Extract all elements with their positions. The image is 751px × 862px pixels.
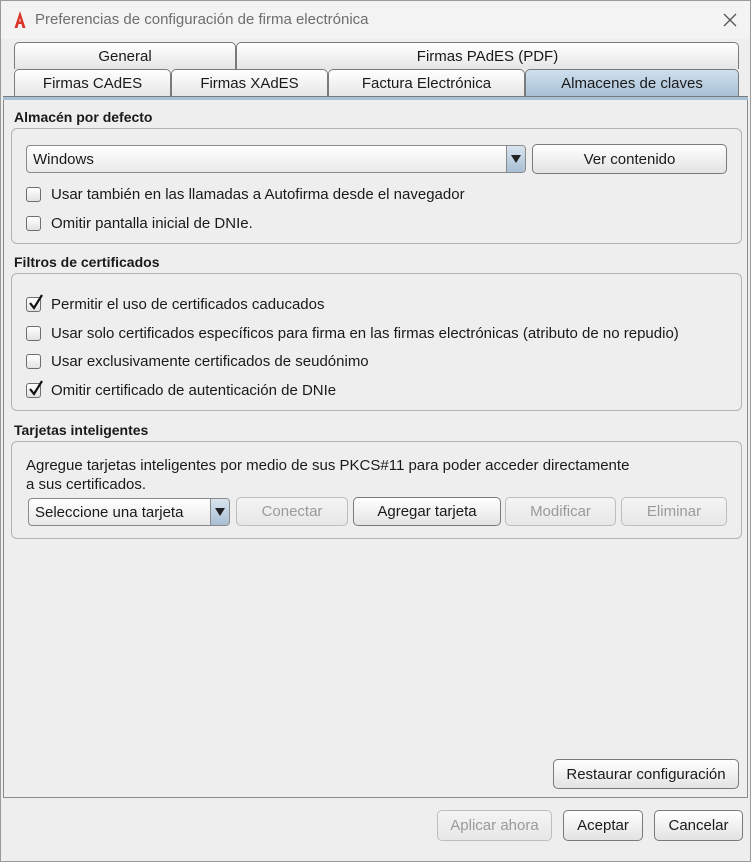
default-store-value: Windows <box>33 151 94 168</box>
skip-dnie-screen-checkbox[interactable]: Omitir pantalla inicial de DNIe. <box>26 215 253 232</box>
connect-button-label: Conectar <box>261 503 323 520</box>
restore-config-button[interactable]: Restaurar configuración <box>553 759 739 789</box>
checkmark-icon <box>29 380 43 396</box>
tab-factura-electronica-label: Factura Electrónica <box>361 74 492 92</box>
tab-general-label: General <box>98 47 152 65</box>
connect-button[interactable]: Conectar <box>236 497 348 526</box>
view-content-button-label: Ver contenido <box>583 150 676 168</box>
pseudonym-only-checkbox[interactable]: Usar exclusivamente certificados de seud… <box>26 353 369 370</box>
skip-dnie-screen-label: Omitir pantalla inicial de DNIe. <box>51 215 253 232</box>
checkbox-box[interactable] <box>26 326 41 341</box>
smart-cards-description-line2: a sus certificados. <box>26 476 147 493</box>
use-in-browser-calls-checkbox[interactable]: Usar también en las llamadas a Autofirma… <box>26 186 465 203</box>
non-repudiation-only-checkbox[interactable]: Usar solo certificados específicos para … <box>26 325 679 342</box>
smart-card-select[interactable]: Seleccione una tarjeta <box>28 498 230 526</box>
tab-almacenes-de-claves[interactable]: Almacenes de claves <box>525 69 739 96</box>
modify-button[interactable]: Modificar <box>505 497 616 526</box>
modify-button-label: Modificar <box>530 503 591 520</box>
tab-firmas-pades[interactable]: Firmas PAdES (PDF) <box>236 42 739 69</box>
smart-card-select-value: Seleccione una tarjeta <box>35 504 184 521</box>
view-content-button[interactable]: Ver contenido <box>532 144 727 174</box>
preferences-window: Preferencias de configuración de firma e… <box>0 0 751 862</box>
restore-config-button-label: Restaurar configuración <box>566 765 726 783</box>
cert-filters-title: Filtros de certificados <box>14 254 160 270</box>
tab-general[interactable]: General <box>14 42 236 69</box>
allow-expired-certs-label: Permitir el uso de certificados caducado… <box>51 296 325 313</box>
tab-factura-electronica[interactable]: Factura Electrónica <box>328 69 525 96</box>
apply-now-button-label: Aplicar ahora <box>450 817 539 834</box>
title-bar[interactable]: Preferencias de configuración de firma e… <box>1 1 750 39</box>
checkbox-box[interactable] <box>26 216 41 231</box>
tab-firmas-cades[interactable]: Firmas CAdES <box>14 69 171 96</box>
accept-button-label: Aceptar <box>577 817 629 834</box>
close-button[interactable] <box>715 6 745 34</box>
pseudonym-only-label: Usar exclusivamente certificados de seud… <box>51 353 369 370</box>
tab-firmas-pades-label: Firmas PAdES (PDF) <box>416 47 559 65</box>
tab-almacenes-de-claves-label: Almacenes de claves <box>561 74 703 92</box>
checkbox-box[interactable] <box>26 354 41 369</box>
checkbox-box[interactable] <box>26 380 43 398</box>
delete-button-label: Eliminar <box>646 503 702 520</box>
cancel-button[interactable]: Cancelar <box>654 810 743 841</box>
checkbox-box[interactable] <box>26 294 43 312</box>
add-card-button-label: Agregar tarjeta <box>377 503 477 520</box>
apply-now-button[interactable]: Aplicar ahora <box>437 810 552 841</box>
cancel-button-label: Cancelar <box>668 817 729 834</box>
close-icon <box>723 13 737 27</box>
smart-cards-description-line1: Agregue tarjetas inteligentes por medio … <box>26 457 630 474</box>
allow-expired-certs-checkbox[interactable]: Permitir el uso de certificados caducado… <box>26 294 325 313</box>
accept-button[interactable]: Aceptar <box>563 810 643 841</box>
smart-cards-title: Tarjetas inteligentes <box>14 422 149 438</box>
tab-firmas-xades-label: Firmas XAdES <box>200 74 299 92</box>
delete-button[interactable]: Eliminar <box>621 497 727 526</box>
default-store-select[interactable]: Windows <box>26 145 526 173</box>
checkmark-icon <box>29 294 43 310</box>
window-title: Preferencias de configuración de firma e… <box>35 11 369 28</box>
dropdown-arrow-icon <box>210 499 229 525</box>
default-store-title: Almacén por defecto <box>14 109 153 125</box>
non-repudiation-only-label: Usar solo certificados específicos para … <box>51 325 679 342</box>
add-card-button[interactable]: Agregar tarjeta <box>353 497 501 526</box>
tab-firmas-xades[interactable]: Firmas XAdES <box>171 69 328 96</box>
tab-firmas-cades-label: Firmas CAdES <box>42 74 143 92</box>
dropdown-arrow-icon <box>506 146 525 172</box>
skip-dnie-auth-cert-label: Omitir certificado de autenticación de D… <box>51 382 337 399</box>
checkbox-box[interactable] <box>26 187 41 202</box>
skip-dnie-auth-cert-checkbox[interactable]: Omitir certificado de autenticación de D… <box>26 380 337 399</box>
autofirma-logo-icon <box>14 11 26 28</box>
use-in-browser-calls-label: Usar también en las llamadas a Autofirma… <box>51 186 465 203</box>
